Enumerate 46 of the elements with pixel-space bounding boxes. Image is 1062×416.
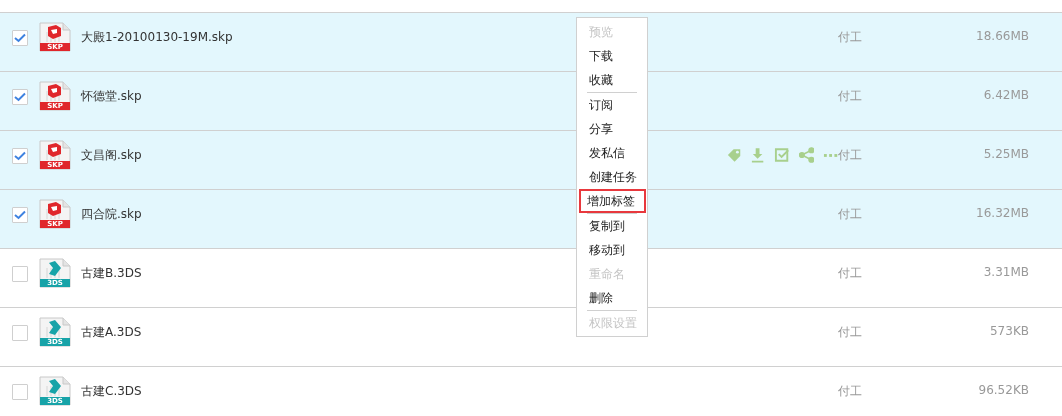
menu-item[interactable]: 发私信 [579,141,645,165]
file-name: 怀德堂.skp [81,88,142,105]
file-icon [39,81,71,111]
menu-item[interactable]: 下载 [579,44,645,68]
file-size: 573KB [989,324,1029,338]
file-size: 18.66MB [975,29,1029,43]
file-icon [39,199,71,229]
menu-item[interactable]: 增加标签 [579,189,646,213]
file-name: 四合院.skp [81,206,142,223]
file-icon [39,140,71,170]
checkbox[interactable] [12,30,28,46]
file-name: 古建C.3DS [81,383,142,400]
file-icon [39,22,71,52]
menu-item[interactable]: 订阅 [579,93,645,117]
tag-icon[interactable] [726,147,742,163]
file-icon [39,376,71,406]
checkbox[interactable] [12,325,28,341]
owner-name: 付工 [838,147,863,164]
checkbox[interactable] [12,89,28,105]
file-size: 6.42MB [982,88,1029,102]
owner-name: 付工 [838,206,863,223]
owner-name: 付工 [838,324,863,341]
file-size: 3.31MB [982,265,1029,279]
file-name: 文昌阁.skp [81,147,142,164]
file-size: 5.25MB [982,147,1029,161]
owner-name: 付工 [838,88,863,105]
checkbox-icon[interactable] [774,147,790,163]
owner-name: 付工 [838,383,863,400]
checkbox[interactable] [12,384,28,400]
file-name: 大殿1-20100130-19M.skp [81,29,233,46]
menu-item[interactable]: 创建任务 [579,165,645,189]
checkbox[interactable] [12,148,28,164]
file-size: 16.32MB [975,206,1029,220]
download-icon[interactable] [750,147,766,163]
owner-name: 付工 [838,29,863,46]
file-name: 古建A.3DS [81,324,142,341]
menu-item[interactable]: 复制到 [579,214,645,238]
file-size: 96.52KB [977,383,1029,397]
menu-item[interactable]: 删除 [579,286,645,310]
checkbox[interactable] [12,207,28,223]
checkbox[interactable] [12,266,28,282]
file-icon [39,258,71,288]
file-icon [39,317,71,347]
share-icon[interactable] [798,147,814,163]
file-name: 古建B.3DS [81,265,142,282]
owner-name: 付工 [838,265,863,282]
